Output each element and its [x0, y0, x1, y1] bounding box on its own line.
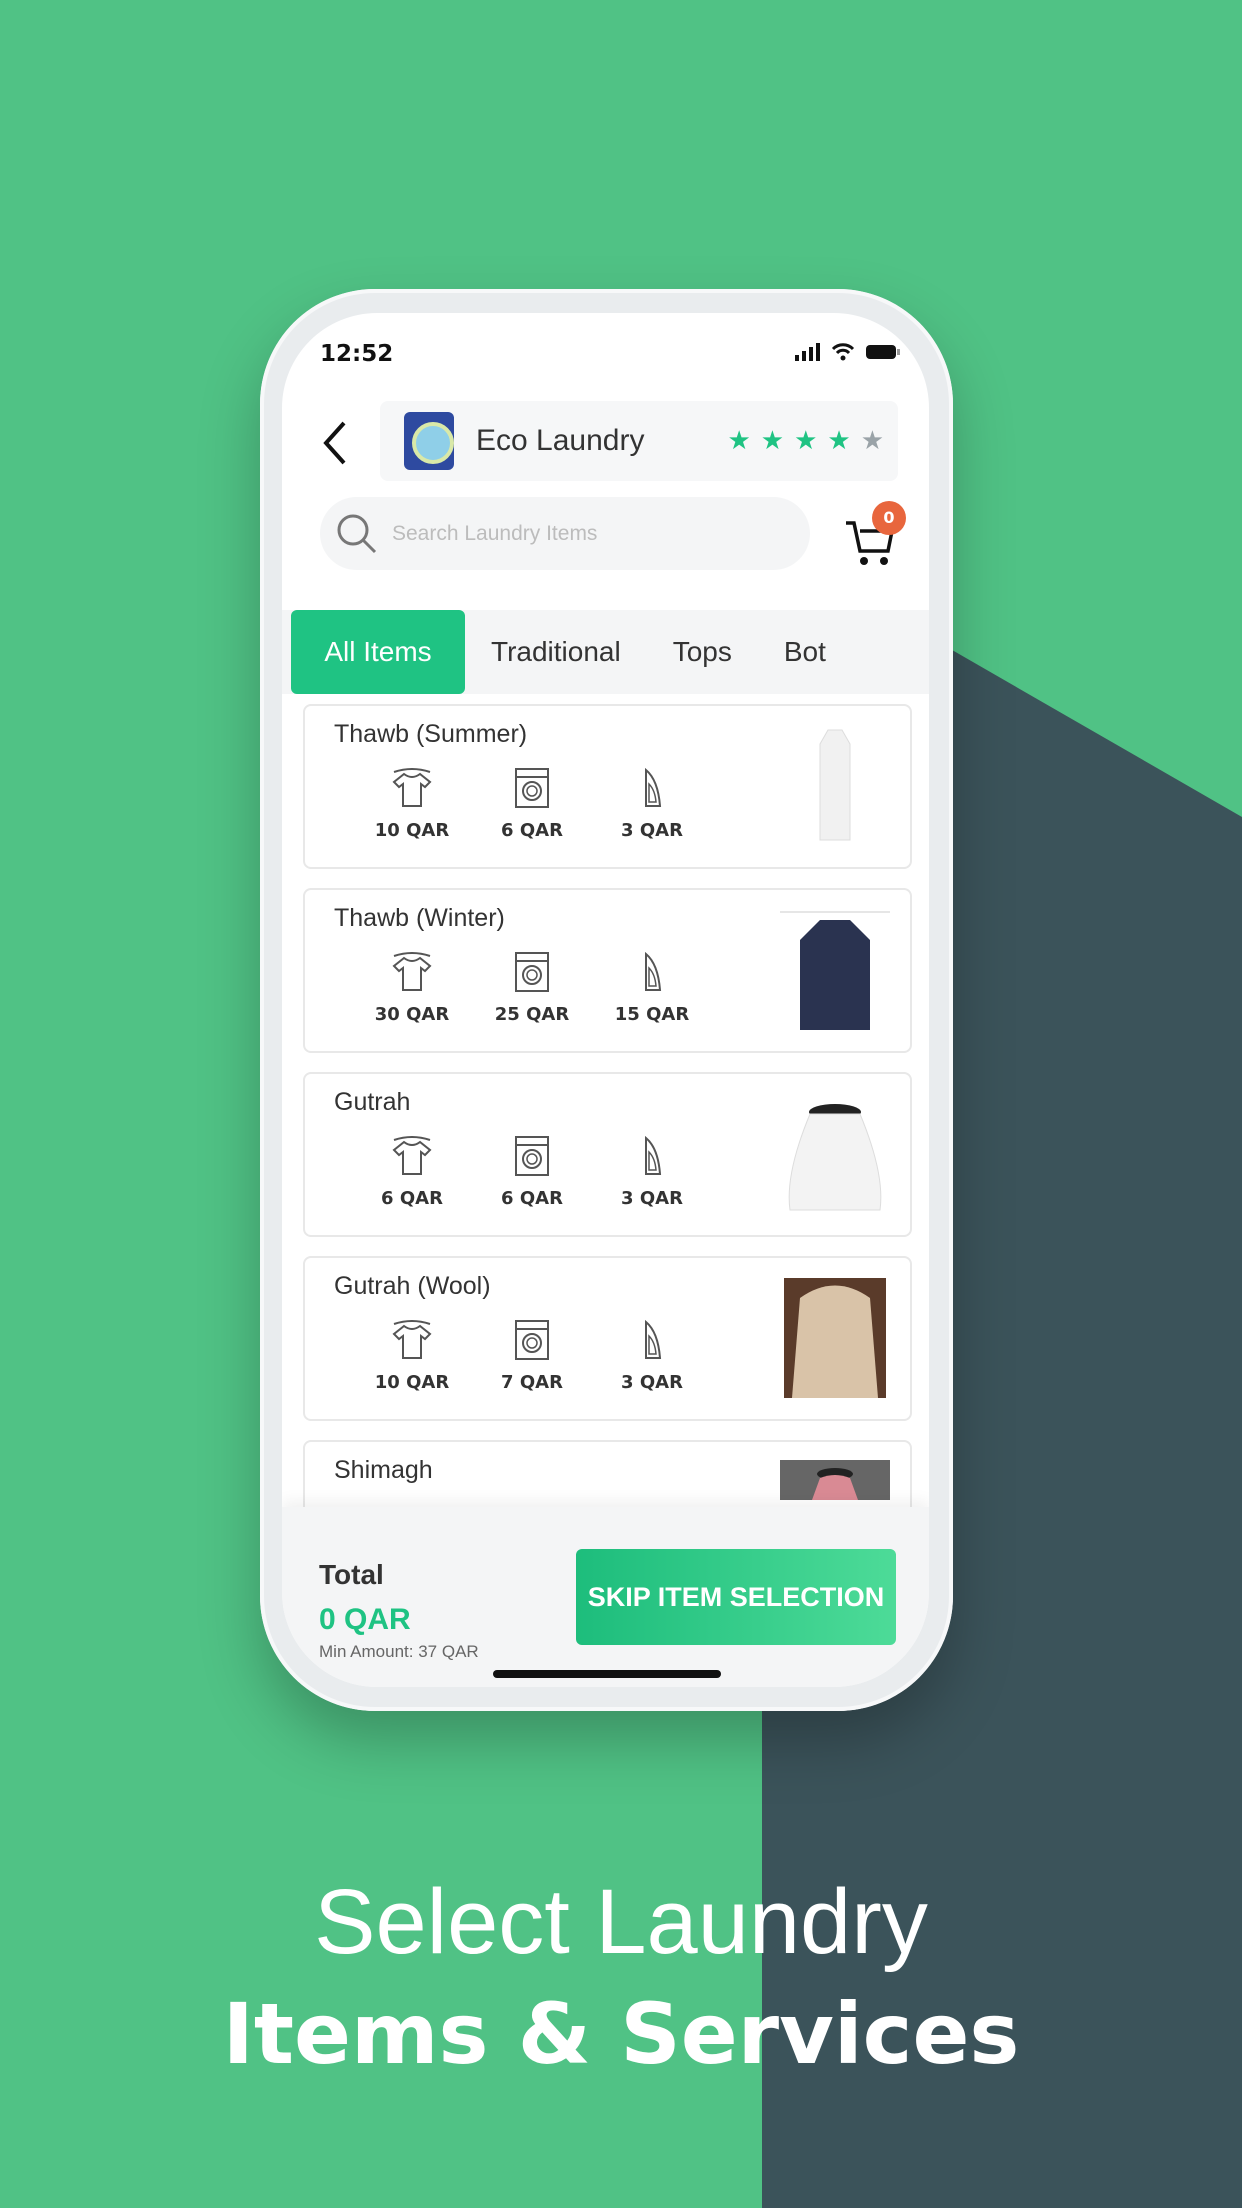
- iron-icon: [597, 1134, 707, 1178]
- item-image: [780, 1278, 890, 1398]
- min-amount: Min Amount: 37 QAR: [319, 1642, 479, 1661]
- wifi-icon: [831, 343, 855, 361]
- service-price: 25 QAR: [494, 1004, 570, 1025]
- service-price: 3 QAR: [621, 1188, 683, 1209]
- battery-icon: [866, 345, 900, 359]
- back-chevron-icon[interactable]: [322, 421, 348, 465]
- tab-bot[interactable]: Bot: [758, 610, 852, 694]
- star-icon: ★: [827, 426, 851, 456]
- service-price: 3 QAR: [621, 820, 683, 841]
- service-option[interactable]: 10 QAR: [357, 1318, 467, 1393]
- shop-name: Eco Laundry: [476, 424, 645, 457]
- star-icon: ★: [794, 426, 818, 456]
- phone-screen: 12:52 Eco Laundry ★ ★ ★ ★ ★ Search Laundry I…: [282, 313, 929, 1687]
- status-icons: [795, 343, 901, 361]
- service-option[interactable]: 10 QAR: [357, 766, 467, 841]
- footer-bar: Total 0 QAR Min Amount: 37 QAR SKIP ITEM…: [282, 1507, 929, 1687]
- service-option[interactable]: 3 QAR: [597, 766, 707, 841]
- signal-icon: [795, 343, 820, 361]
- iron-icon: [597, 1318, 707, 1362]
- headline-line1: Select Laundry: [314, 1871, 928, 1973]
- tab-tops[interactable]: Tops: [647, 610, 758, 694]
- total-label: Total: [319, 1559, 384, 1590]
- category-tabs: All Items Traditional Tops Bot: [282, 610, 929, 694]
- item-image: [780, 1460, 890, 1500]
- service-price: 10 QAR: [374, 1372, 450, 1393]
- service-price: 3 QAR: [621, 1372, 683, 1393]
- total-value: 0 QAR: [319, 1603, 411, 1636]
- item-card[interactable]: Thawb (Winter) 30 QAR 25 QAR 15 QAR: [303, 888, 912, 1053]
- service-option[interactable]: 6 QAR: [477, 1134, 587, 1209]
- washing-machine-icon: [477, 766, 587, 810]
- service-option[interactable]: 15 QAR: [597, 950, 707, 1025]
- tab-all-items[interactable]: All Items: [291, 610, 465, 694]
- item-name: Shimagh: [334, 1456, 433, 1484]
- service-price: 30 QAR: [374, 1004, 450, 1025]
- service-price: 7 QAR: [501, 1372, 563, 1393]
- skip-item-selection-button[interactable]: SKIP ITEM SELECTION: [576, 1549, 896, 1645]
- shirt-hanger-icon: [357, 950, 467, 994]
- washing-machine-icon: [477, 1134, 587, 1178]
- cart-button[interactable]: 0: [844, 501, 906, 565]
- item-image: [780, 910, 890, 1030]
- star-icon: ★: [760, 426, 785, 456]
- item-name: Gutrah (Wool): [334, 1272, 491, 1300]
- cart-count-badge: 0: [872, 501, 906, 535]
- service-option[interactable]: 3 QAR: [597, 1318, 707, 1393]
- item-image: [780, 1094, 890, 1214]
- item-name: Gutrah: [334, 1088, 411, 1116]
- washing-machine-icon: [477, 1318, 587, 1362]
- star-icon: ★: [727, 426, 751, 456]
- item-name: Thawb (Winter): [334, 904, 505, 932]
- item-card[interactable]: Thawb (Summer) 10 QAR 6 QAR 3 QAR: [303, 704, 912, 869]
- service-option[interactable]: 25 QAR: [477, 950, 587, 1025]
- iron-icon: [597, 766, 707, 810]
- item-image: [780, 726, 890, 846]
- status-time: 12:52: [320, 341, 394, 367]
- iron-icon: [597, 950, 707, 994]
- item-card[interactable]: Gutrah (Wool) 10 QAR 7 QAR 3 QAR: [303, 1256, 912, 1421]
- star-icon: ★: [860, 426, 884, 456]
- service-option[interactable]: 3 QAR: [597, 1134, 707, 1209]
- service-option[interactable]: 6 QAR: [477, 766, 587, 841]
- item-card[interactable]: Gutrah 6 QAR 6 QAR 3 QAR: [303, 1072, 912, 1237]
- washing-machine-icon: [477, 950, 587, 994]
- service-price: 6 QAR: [501, 1188, 563, 1209]
- headline-line2: Items & Services: [222, 1985, 1020, 2083]
- shop-header: Eco Laundry ★ ★ ★ ★ ★: [380, 401, 898, 481]
- shirt-hanger-icon: [357, 1134, 467, 1178]
- service-price: 15 QAR: [614, 1004, 690, 1025]
- shirt-hanger-icon: [357, 766, 467, 810]
- service-option[interactable]: 30 QAR: [357, 950, 467, 1025]
- search-placeholder: Search Laundry Items: [392, 521, 598, 545]
- shirt-hanger-icon: [357, 1318, 467, 1362]
- service-option[interactable]: 6 QAR: [357, 1134, 467, 1209]
- service-price: 6 QAR: [501, 820, 563, 841]
- home-indicator[interactable]: [493, 1670, 721, 1678]
- tab-traditional[interactable]: Traditional: [465, 610, 647, 694]
- search-input[interactable]: Search Laundry Items: [320, 497, 810, 570]
- service-price: 6 QAR: [381, 1188, 443, 1209]
- rating-stars: ★ ★ ★ ★ ★: [727, 426, 884, 456]
- search-icon: [337, 514, 377, 553]
- service-option[interactable]: 7 QAR: [477, 1318, 587, 1393]
- service-price: 10 QAR: [374, 820, 450, 841]
- item-name: Thawb (Summer): [334, 720, 528, 748]
- shop-logo: [404, 412, 454, 470]
